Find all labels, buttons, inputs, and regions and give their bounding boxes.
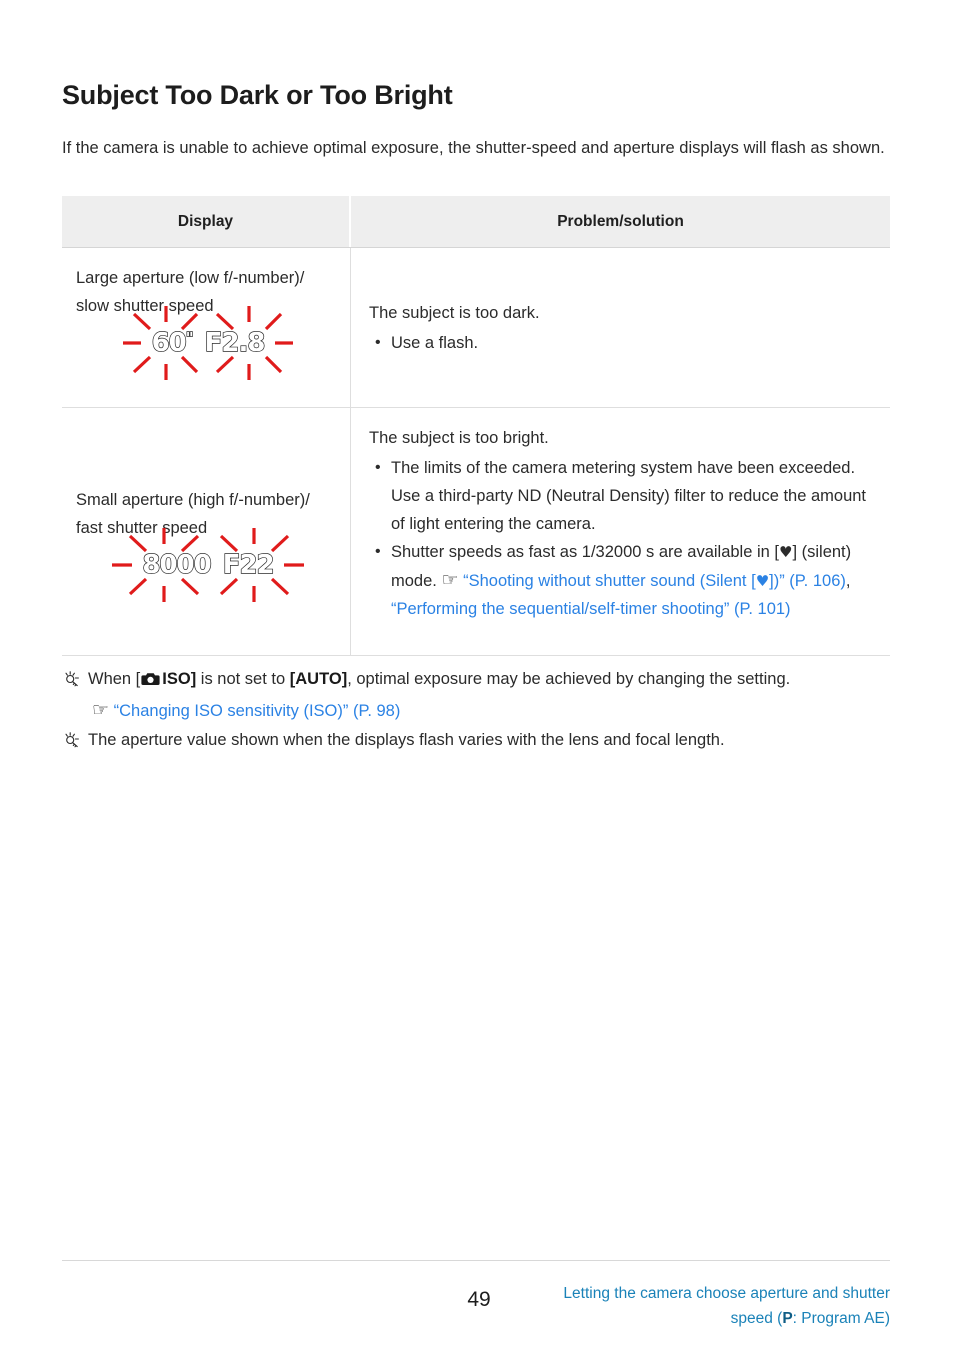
page-title: Subject Too Dark or Too Bright: [62, 80, 453, 111]
list-item: The limits of the camera metering system…: [375, 454, 880, 538]
display-label-line2: slow shutter speed: [76, 297, 214, 315]
flashing-display-graphic-dark: 60" F2.8: [76, 306, 340, 380]
column-header-problem-solution: Problem/solution: [557, 212, 684, 230]
column-header-display: Display: [62, 196, 351, 247]
display-problem-table: Display Problem/solution Large aperture …: [62, 196, 890, 656]
lcd-readout: 8000 F22: [111, 527, 304, 602]
bullet-text-before: Shutter speeds as fast as 1/32000 s are …: [391, 543, 779, 561]
display-label-line1: Large aperture (low f/-number)/: [76, 269, 305, 287]
hand-pointing-icon: ☞: [92, 699, 110, 721]
list-item: Use a flash.: [375, 329, 880, 357]
solution-lead: The subject is too dark.: [369, 303, 540, 322]
heart-icon: ♥: [779, 543, 793, 561]
lcd-aperture: F2.8: [204, 328, 266, 358]
lcd-readout: 60" F2.8: [123, 306, 293, 380]
lcd-aperture: F22: [222, 549, 275, 580]
flashing-display-graphic-bright: 8000 F22: [76, 527, 340, 602]
solution-cell-bright: The subject is too bright. The limits of…: [351, 408, 890, 655]
link-separator: ,: [845, 572, 851, 590]
note-tail-text: , optimal exposure may be achieved by ch…: [347, 670, 791, 688]
display-label-line1: Small aperture (high f/-number)/: [76, 490, 310, 509]
link-shooting-without-shutter-sound[interactable]: “Shooting without shutter sound (Silent …: [463, 572, 846, 590]
camera-icon: [141, 667, 160, 696]
breadcrumb[interactable]: Letting the camera choose aperture and s…: [470, 1281, 890, 1331]
lcd-shutter-speed: 8000: [142, 549, 213, 580]
breadcrumb-line2-before: speed (: [730, 1310, 783, 1327]
display-cell-bright: Small aperture (high f/-number)/ fast sh…: [62, 408, 351, 655]
note-lead-text: When [: [88, 670, 141, 688]
lcd-shutter-speed: 60": [151, 328, 194, 358]
link-text-part2: ])” (P. 106): [769, 572, 846, 590]
solution-bullet-list: Use a flash.: [369, 329, 880, 357]
note-text: The aperture value shown when the displa…: [88, 731, 725, 749]
iso-label: ISO]: [162, 670, 197, 688]
tip-bulb-icon: [62, 669, 79, 698]
breadcrumb-line1: Letting the camera choose aperture and s…: [563, 1285, 890, 1302]
link-sequential-selftimer-shooting[interactable]: “Performing the sequential/self-timer sh…: [391, 600, 791, 618]
heart-icon: ♥: [755, 572, 770, 590]
program-mode-label: P: [782, 1310, 793, 1327]
note-middle-text: is not set to: [196, 670, 290, 688]
document-page: Subject Too Dark or Too Bright If the ca…: [0, 0, 954, 1354]
solution-cell-dark: The subject is too dark. Use a flash.: [351, 248, 890, 407]
solution-bullet-list: The limits of the camera metering system…: [369, 454, 880, 623]
intro-paragraph: If the camera is unable to achieve optim…: [62, 138, 885, 157]
auto-label: [AUTO]: [289, 670, 348, 688]
footer-divider: [62, 1260, 890, 1261]
notes-section: When [ ISO] is not set to [AUTO], optima…: [62, 665, 892, 755]
table-row: Large aperture (low f/-number)/ slow shu…: [62, 248, 890, 408]
display-cell-dark: Large aperture (low f/-number)/ slow shu…: [62, 248, 351, 407]
tip-bulb-icon: [62, 730, 79, 759]
solution-lead: The subject is too bright.: [369, 429, 549, 447]
breadcrumb-line2-after: : Program AE): [792, 1310, 890, 1327]
note-iso: When [ ISO] is not set to [AUTO], optima…: [62, 665, 892, 696]
link-text-part1: “Shooting without shutter sound (Silent …: [463, 572, 756, 590]
note-aperture-value: The aperture value shown when the displa…: [62, 726, 892, 755]
hand-pointing-icon: ☞: [441, 569, 459, 591]
link-changing-iso-sensitivity[interactable]: “Changing ISO sensitivity (ISO)” (P. 98): [114, 702, 401, 720]
list-item: Shutter speeds as fast as 1/32000 s are …: [375, 538, 880, 623]
table-header-row: Display Problem/solution: [62, 196, 890, 248]
table-row: Small aperture (high f/-number)/ fast sh…: [62, 408, 890, 656]
note-iso-reference: ☞ “Changing ISO sensitivity (ISO)” (P. 9…: [62, 696, 892, 726]
display-label-line2: fast shutter speed: [76, 518, 208, 537]
